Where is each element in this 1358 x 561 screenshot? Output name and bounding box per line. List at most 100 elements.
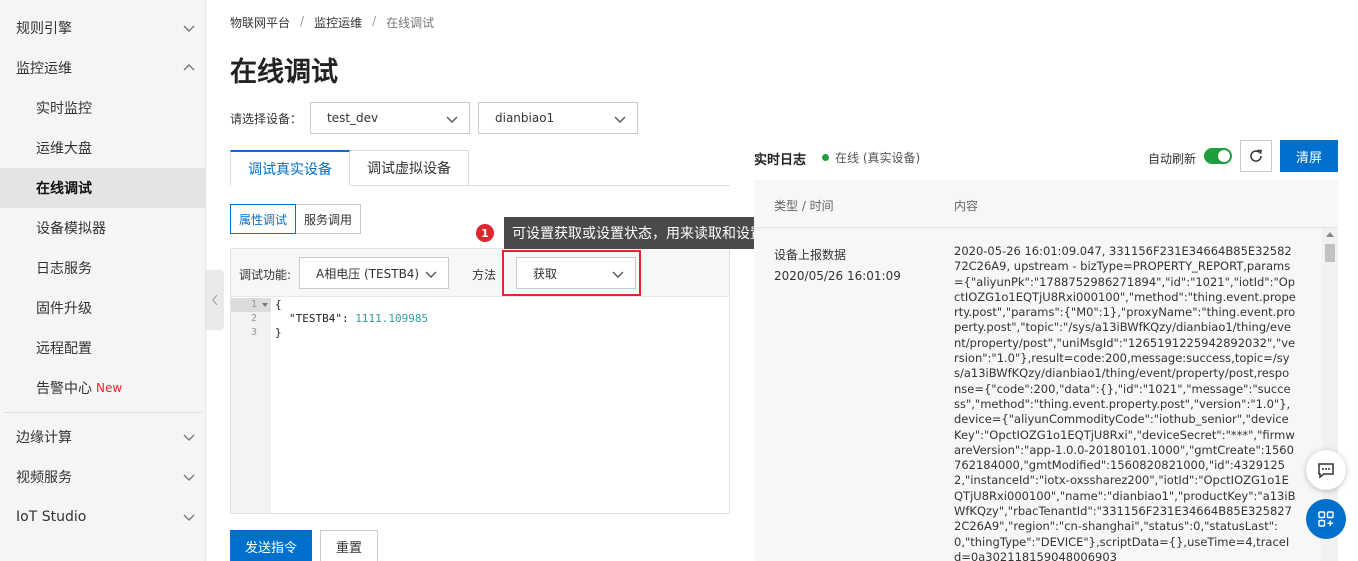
sidebar-item-device-simulator[interactable]: 设备模拟器 (0, 208, 206, 248)
sidebar-item-online-debug[interactable]: 在线调试 (0, 168, 206, 208)
sidebar-item-label: 固件升级 (36, 301, 92, 317)
sidebar-item-label: 在线调试 (36, 181, 92, 197)
log-entry-time: 2020/05/26 16:01:09 (774, 269, 901, 283)
breadcrumb-separator: / (372, 14, 377, 28)
debug-mode-tabs: 调试真实设备 调试虚拟设备 (230, 150, 469, 186)
log-entry-type: 设备上报数据 (774, 248, 847, 262)
device-select[interactable]: dianbiao1 (478, 102, 638, 134)
code-value: 1111.109985 (355, 312, 429, 325)
sidebar-item-label: 日志服务 (36, 261, 92, 277)
sidebar-group-label: 边缘计算 (16, 430, 72, 446)
chevron-down-icon (183, 514, 195, 521)
auto-refresh-toggle[interactable] (1204, 148, 1232, 164)
chevron-up-icon (183, 64, 195, 71)
sidebar-item-label: 运维大盘 (36, 141, 92, 157)
sidebar-group-video[interactable]: 视频服务 (0, 457, 206, 497)
sidebar-collapse-handle[interactable] (206, 270, 224, 330)
iot-online-debug-page: 规则引擎 监控运维 实时监控 运维大盘 在线调试 设备模拟器 日志服务 固件升级… (0, 0, 1358, 561)
device-select-value: dianbiao1 (495, 111, 555, 125)
chevron-down-icon (425, 271, 437, 278)
tab-real-device[interactable]: 调试真实设备 (230, 150, 350, 186)
chevron-down-icon (183, 434, 195, 441)
new-badge: New (96, 381, 123, 395)
apps-grid-icon (1318, 511, 1334, 527)
debug-panel: 调试功能: A相电压 (TESTB4) 方法 获取 1 2 3 { "TESTB… (230, 248, 730, 514)
debug-panel-header: 调试功能: A相电压 (TESTB4) 方法 获取 (231, 249, 729, 297)
tabs-underline (464, 185, 730, 186)
sidebar-item-firmware-upgrade[interactable]: 固件升级 (0, 288, 206, 328)
sidebar: 规则引擎 监控运维 实时监控 运维大盘 在线调试 设备模拟器 日志服务 固件升级… (0, 0, 206, 561)
line-number: 3 (251, 327, 258, 338)
method-highlight-box (502, 250, 641, 296)
product-select[interactable]: test_dev (310, 102, 470, 134)
scroll-up-arrow-icon[interactable] (1326, 232, 1334, 237)
sidebar-item-ops-dashboard[interactable]: 运维大盘 (0, 128, 206, 168)
function-label: 调试功能: (239, 268, 292, 282)
send-command-button[interactable]: 发送指令 (230, 530, 312, 561)
refresh-icon (1250, 149, 1262, 162)
log-table-header: 类型 / 时间 内容 (754, 180, 1338, 228)
subtab-property-debug[interactable]: 属性调试 (230, 204, 297, 234)
step-badge: 1 (476, 224, 494, 242)
clear-screen-button[interactable]: 清屏 (1280, 140, 1338, 172)
chevron-left-icon (212, 294, 218, 306)
sidebar-group-label: 监控运维 (16, 61, 72, 77)
sidebar-group-label: 视频服务 (16, 470, 72, 486)
line-number: 2 (251, 313, 258, 324)
sidebar-item-label: 远程配置 (36, 341, 92, 357)
breadcrumb-item-current: 在线调试 (386, 16, 435, 30)
function-select-value: A相电压 (TESTB4) (316, 266, 420, 281)
code-line: { (275, 298, 282, 311)
sidebar-group-label: IoT Studio (16, 509, 87, 525)
sidebar-group-iot-studio[interactable]: IoT Studio (0, 497, 206, 537)
chat-float-button[interactable] (1306, 450, 1346, 490)
breadcrumb-item-iot-platform[interactable]: 物联网平台 (230, 14, 290, 31)
log-entry-content: 2020-05-26 16:01:09.047, 331156F231E3466… (954, 244, 1296, 561)
sidebar-group-monitoring[interactable]: 监控运维 (0, 48, 206, 88)
device-select-label: 请选择设备： (230, 112, 303, 126)
online-status-dot (822, 154, 829, 161)
scrollbar-thumb[interactable] (1325, 244, 1335, 262)
apps-float-button[interactable] (1306, 499, 1346, 539)
column-header-type-time: 类型 / 时间 (774, 199, 834, 213)
device-status-text: 在线 (真实设备) (835, 151, 921, 165)
tab-virtual-device[interactable]: 调试虚拟设备 (350, 150, 469, 186)
fold-arrow-icon[interactable] (262, 302, 268, 308)
sidebar-divider (4, 412, 202, 413)
sidebar-item-remote-config[interactable]: 远程配置 (0, 328, 206, 368)
sidebar-group-edge[interactable]: 边缘计算 (0, 417, 206, 457)
refresh-button[interactable] (1240, 140, 1272, 172)
chevron-down-icon (183, 474, 195, 481)
chevron-down-icon (446, 116, 458, 123)
toggle-knob (1218, 150, 1230, 162)
sidebar-group-rules[interactable]: 规则引擎 (0, 8, 206, 48)
column-header-content: 内容 (954, 199, 979, 213)
function-select[interactable]: A相电压 (TESTB4) (299, 257, 449, 289)
chevron-down-icon (614, 116, 626, 123)
debug-type-tabs: 属性调试 服务调用 (230, 204, 362, 234)
code-editor[interactable]: 1 2 3 { "TESTB4": 1111.109985 } (231, 298, 729, 513)
sidebar-item-alert-center[interactable]: 告警中心 New (0, 368, 206, 408)
breadcrumb-separator: / (300, 14, 305, 28)
log-table: 类型 / 时间 内容 设备上报数据 2020/05/26 16:01:09 20… (754, 180, 1338, 561)
subtab-service-call[interactable]: 服务调用 (296, 204, 362, 234)
sidebar-item-label: 告警中心 (36, 381, 92, 397)
sidebar-item-label: 实时监控 (36, 101, 92, 117)
page-title: 在线调试 (230, 57, 338, 88)
reset-button[interactable]: 重置 (320, 530, 378, 561)
product-select-value: test_dev (327, 111, 379, 125)
chevron-down-icon (183, 25, 195, 32)
method-label: 方法 (472, 268, 497, 282)
sidebar-item-label: 设备模拟器 (36, 221, 106, 237)
device-status: 在线 (真实设备) (822, 149, 920, 166)
sidebar-item-realtime-monitor[interactable]: 实时监控 (0, 88, 206, 128)
log-title: 实时日志 (754, 153, 807, 168)
sidebar-group-label: 规则引擎 (16, 21, 72, 37)
auto-refresh-label: 自动刷新 (1148, 152, 1197, 166)
breadcrumb-item-monitoring[interactable]: 监控运维 (314, 14, 362, 31)
sidebar-item-log-service[interactable]: 日志服务 (0, 248, 206, 288)
code-line: "TESTB4": 1111.109985 (289, 312, 428, 326)
code-line: } (275, 326, 282, 339)
breadcrumb: 物联网平台 / 监控运维 / 在线调试 (230, 14, 434, 31)
code-key: "TESTB4": (289, 312, 356, 325)
